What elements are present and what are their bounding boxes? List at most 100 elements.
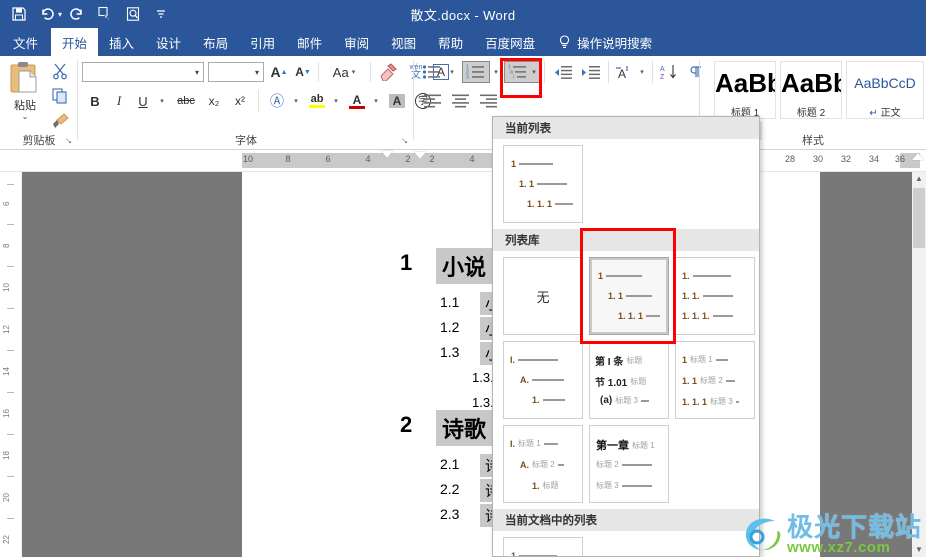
copy-button[interactable] xyxy=(48,84,72,108)
vertical-scrollbar[interactable]: ▲ ▼ xyxy=(912,172,926,557)
font-name-input[interactable]: ▾ xyxy=(82,62,204,82)
select-pointer-icon[interactable] xyxy=(92,2,118,26)
ribbon: 粘贴 ⌄ 剪贴板 ⭨ ▾ ▾ A ▲ A ▼ Aa ▾ wén 文 A B I … xyxy=(0,56,926,150)
tab-review[interactable]: 审阅 xyxy=(333,28,380,56)
increase-indent-button[interactable] xyxy=(578,61,604,83)
superscript-button[interactable]: x² xyxy=(228,90,252,112)
right-indent-marker[interactable] xyxy=(912,153,924,160)
style-preview: AaBbCcD xyxy=(854,75,916,91)
gallery-list-library-body: 无 1 1. 1 1. 1. 1 1. 1. 1. 1. 1. 1. I. A.… xyxy=(493,251,759,509)
tab-mailings[interactable]: 邮件 xyxy=(286,28,333,56)
subscript-button[interactable]: x₂ xyxy=(202,90,226,112)
list-tile-chinese-legal[interactable]: 第 I 条标题 节 1.01 标题 (a) 标题 3 xyxy=(589,341,669,419)
customize-qat-icon[interactable] xyxy=(148,2,174,26)
font-color-button[interactable]: A xyxy=(346,90,368,112)
multilevel-list-gallery[interactable]: 当前列表 1 1. 1 1. 1. 1 列表库 无 1 1. 1 1. 1. 1… xyxy=(492,116,760,557)
tell-me-box[interactable]: 操作说明搜索 xyxy=(546,28,652,56)
text-effects-dropdown-icon[interactable]: ▾ xyxy=(290,90,302,112)
shrink-font-button[interactable]: A ▼ xyxy=(292,62,314,82)
ruler-tick: 10 xyxy=(242,154,254,164)
doc-line-number: 1.1 xyxy=(440,294,460,310)
paste-dropdown-icon[interactable]: ⌄ xyxy=(4,113,46,121)
cut-button[interactable] xyxy=(48,59,72,83)
ruler-tick: 28 xyxy=(784,154,796,164)
horizontal-ruler[interactable]: 10 8 6 4 2 2 4 28 30 32 34 36 xyxy=(0,150,926,172)
doc-line-number: 2.1 xyxy=(440,456,460,472)
lightbulb-icon xyxy=(560,34,570,48)
tile-row: A. xyxy=(520,375,564,385)
tile-row: 1 xyxy=(511,551,558,556)
asian-layout-dropdown-icon[interactable]: ▾ xyxy=(636,61,648,83)
tab-view[interactable]: 视图 xyxy=(380,28,427,56)
undo-dropdown-icon[interactable]: ▾ xyxy=(58,10,62,19)
font-color-dropdown-icon[interactable]: ▾ xyxy=(370,90,382,112)
ruler-tick: 14 xyxy=(2,367,11,376)
font-dialog-launcher[interactable]: ⭨ xyxy=(399,136,410,147)
tab-references[interactable]: 引用 xyxy=(239,28,286,56)
list-tile-none[interactable]: 无 xyxy=(503,257,583,335)
clipboard-dialog-launcher[interactable]: ⭨ xyxy=(63,136,74,147)
tell-me-label: 操作说明搜索 xyxy=(577,36,653,51)
scrollbar-thumb[interactable] xyxy=(913,188,925,248)
numbering-button[interactable]: 1 2 3 xyxy=(462,61,490,83)
first-line-indent-marker[interactable] xyxy=(381,151,393,158)
list-tile-document-1[interactable]: 1 xyxy=(503,537,583,556)
style-chip-normal[interactable]: AaBbCcD ↵ 正文 xyxy=(846,61,924,119)
scroll-up-icon[interactable]: ▲ xyxy=(912,172,926,186)
character-shading-button[interactable]: A xyxy=(386,90,408,112)
sort-button[interactable]: A Z xyxy=(656,61,682,83)
tab-design[interactable]: 设计 xyxy=(145,28,192,56)
list-tile-heading-decimal[interactable]: 1 标题 1 1. 1 标题 2 1. 1. 1 标题 3 xyxy=(675,341,755,419)
redo-icon[interactable] xyxy=(64,2,90,26)
style-chip-heading2[interactable]: AaBbC 标题 2 xyxy=(780,61,842,119)
chevron-down-icon[interactable]: ▾ xyxy=(255,68,259,77)
font-size-input[interactable]: ▾ xyxy=(208,62,264,82)
align-center-button[interactable] xyxy=(448,90,474,112)
paste-button[interactable]: 粘贴 ⌄ xyxy=(4,60,46,121)
tab-home[interactable]: 开始 xyxy=(51,28,99,56)
text-effects-button[interactable]: Ⓐ xyxy=(266,90,288,112)
doc-line-number: 2.2 xyxy=(440,481,460,497)
bold-button[interactable]: B xyxy=(84,90,106,112)
list-tile-current-1[interactable]: 1 1. 1 1. 1. 1 xyxy=(503,145,583,223)
change-case-button[interactable]: Aa ▾ xyxy=(324,62,364,82)
align-right-button[interactable] xyxy=(476,90,502,112)
list-tile-chapter[interactable]: 第一章 标题 1 标题 2 标题 3 xyxy=(589,425,669,503)
italic-button[interactable]: I xyxy=(108,90,130,112)
style-name: ↵ 正文 xyxy=(869,108,901,119)
bullets-dropdown-icon[interactable]: ▾ xyxy=(446,61,458,83)
tab-baidu-netdisk[interactable]: 百度网盘 xyxy=(474,28,546,56)
grow-font-button[interactable]: A ▲ xyxy=(268,62,290,82)
multilevel-list-button[interactable]: 1 a i ▾ xyxy=(504,61,540,83)
vertical-ruler[interactable]: 6 8 10 12 14 16 18 20 22 xyxy=(0,172,22,557)
list-tile-decimal-dot[interactable]: 1. 1. 1. 1. 1. 1. xyxy=(675,257,755,335)
underline-button[interactable]: U xyxy=(132,90,154,112)
chevron-down-icon[interactable]: ▾ xyxy=(195,68,199,77)
save-icon[interactable] xyxy=(6,2,32,26)
print-preview-icon[interactable] xyxy=(120,2,146,26)
tab-layout[interactable]: 布局 xyxy=(192,28,239,56)
undo-icon[interactable] xyxy=(34,2,60,26)
format-painter-button[interactable] xyxy=(48,109,72,133)
clear-formatting-button[interactable] xyxy=(376,61,400,83)
gallery-section-header-current-list: 当前列表 xyxy=(493,117,759,139)
highlight-dropdown-icon[interactable]: ▾ xyxy=(330,90,342,112)
bullets-button[interactable] xyxy=(418,61,446,83)
asian-layout-button[interactable]: A xyxy=(612,61,636,83)
numbering-dropdown-icon[interactable]: ▾ xyxy=(490,61,502,83)
style-chip-heading1[interactable]: AaBb 标题 1 xyxy=(714,61,776,119)
tab-insert[interactable]: 插入 xyxy=(98,28,145,56)
list-tile-decimal[interactable]: 1 1. 1 1. 1. 1 xyxy=(589,257,669,335)
tile-row: 1. 1. xyxy=(682,291,733,301)
strikethrough-button[interactable]: abc xyxy=(172,90,200,112)
underline-dropdown-icon[interactable]: ▾ xyxy=(156,90,168,112)
list-tile-heading-roman[interactable]: I. 标题 1 A. 标题 2 1. 标题 xyxy=(503,425,583,503)
hanging-indent-marker[interactable] xyxy=(414,152,426,159)
highlight-button[interactable]: ab xyxy=(306,90,328,112)
decrease-indent-button[interactable] xyxy=(550,61,576,83)
tab-file[interactable]: 文件 xyxy=(0,28,52,56)
align-left-button[interactable] xyxy=(420,90,446,112)
list-tile-roman-alpha[interactable]: I. A. 1. xyxy=(503,341,583,419)
eraser-icon xyxy=(379,63,397,81)
tab-help[interactable]: 帮助 xyxy=(427,28,474,56)
